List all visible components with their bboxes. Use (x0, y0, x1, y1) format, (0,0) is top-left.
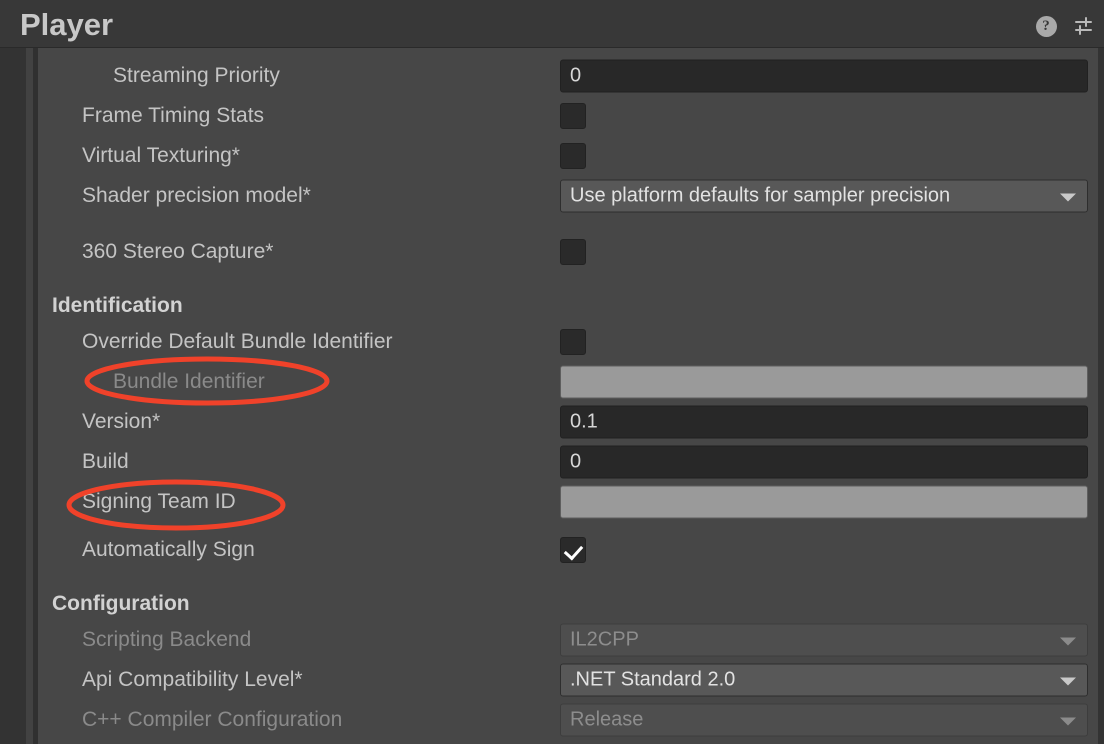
input-streaming-priority[interactable]: 0 (560, 59, 1088, 93)
left-gutter (0, 48, 26, 744)
chevron-down-icon (1060, 637, 1076, 645)
settings-row-automatically-sign: Automatically Sign (38, 530, 1098, 570)
input-signing-team-id[interactable] (560, 485, 1088, 519)
settings-panel: Streaming Priority 0 Frame Timing Stats Vir… (38, 48, 1098, 744)
settings-row-signing-team-id: Signing Team ID (38, 482, 1098, 522)
checkbox-virtual-texturing[interactable] (560, 143, 586, 169)
checkbox-override-default-bundle-identifier[interactable] (560, 329, 586, 355)
row-label-360-stereo-capture: 360 Stereo Capture* (82, 240, 274, 263)
row-label-automatically-sign: Automatically Sign (82, 538, 255, 561)
window-titlebar: Player ? (0, 0, 1104, 48)
checkmark-icon (561, 144, 585, 168)
player-settings-window: Player ? Streaming Priority 0 Frame Timi… (0, 0, 1104, 744)
row-label-shader-precision-model: Shader precision model* (82, 184, 311, 207)
checkmark-icon (561, 330, 585, 354)
checkmark-icon (561, 538, 585, 562)
settings-row-version: Version* 0.1 (38, 402, 1098, 442)
row-label-signing-team-id: Signing Team ID (82, 490, 236, 513)
dropdown-api-compatibility-level[interactable]: .NET Standard 2.0 (560, 663, 1088, 697)
settings-row-frame-timing-stats: Frame Timing Stats (38, 96, 1098, 136)
input-version[interactable]: 0.1 (560, 405, 1088, 439)
section-header-configuration-section: Configuration (52, 592, 190, 615)
row-label-virtual-texturing: Virtual Texturing* (82, 144, 240, 167)
input-bundle-identifier[interactable] (560, 365, 1088, 399)
row-label-override-default-bundle-identifier: Override Default Bundle Identifier (82, 330, 393, 353)
row-label-api-compatibility-level: Api Compatibility Level* (82, 668, 303, 691)
checkmark-icon (561, 104, 585, 128)
dropdown-value-api-compatibility-level: .NET Standard 2.0 (570, 668, 736, 691)
chevron-down-icon (1060, 677, 1076, 685)
checkbox-frame-timing-stats[interactable] (560, 103, 586, 129)
settings-row-scripting-backend: Scripting Backend IL2CPP (38, 620, 1098, 660)
chevron-down-icon (1060, 717, 1076, 725)
row-label-streaming-priority: Streaming Priority (113, 64, 280, 87)
input-build[interactable]: 0 (560, 445, 1088, 479)
settings-row-configuration-section: Configuration (38, 584, 1098, 624)
dropdown-scripting-backend[interactable]: IL2CPP (560, 623, 1088, 657)
row-label-version: Version* (82, 410, 161, 433)
settings-row-build: Build 0 (38, 442, 1098, 482)
checkmark-icon (561, 240, 585, 264)
dropdown-value-shader-precision-model: Use platform defaults for sampler precis… (570, 184, 951, 207)
settings-row-360-stereo-capture: 360 Stereo Capture* (38, 232, 1098, 272)
chevron-down-icon (1060, 193, 1076, 201)
settings-row-api-compatibility-level: Api Compatibility Level* .NET Standard 2.… (38, 660, 1098, 700)
row-label-build: Build (82, 450, 129, 473)
settings-row-shader-precision-model: Shader precision model* Use platform defa… (38, 176, 1098, 216)
row-label-frame-timing-stats: Frame Timing Stats (82, 104, 265, 127)
panel-right-edge (1098, 48, 1104, 744)
settings-row-bundle-identifier: Bundle Identifier (38, 362, 1098, 402)
checkbox-360-stereo-capture[interactable] (560, 239, 586, 265)
dropdown-cpp-compiler-configuration[interactable]: Release (560, 703, 1088, 737)
help-icon[interactable]: ? (1034, 14, 1058, 38)
settings-row-identification-section: Identification (38, 286, 1098, 326)
row-label-scripting-backend: Scripting Backend (82, 628, 252, 651)
row-label-bundle-identifier: Bundle Identifier (113, 370, 265, 393)
help-glyph: ? (1035, 15, 1057, 37)
checkbox-automatically-sign[interactable] (560, 537, 586, 563)
dropdown-value-scripting-backend: IL2CPP (570, 628, 639, 651)
settings-row-override-default-bundle-identifier: Override Default Bundle Identifier (38, 322, 1098, 362)
dropdown-shader-precision-model[interactable]: Use platform defaults for sampler precis… (560, 179, 1088, 213)
section-header-identification-section: Identification (52, 294, 183, 317)
settings-row-virtual-texturing: Virtual Texturing* (38, 136, 1098, 176)
titlebar-actions: ? (1034, 14, 1096, 38)
settings-row-streaming-priority: Streaming Priority 0 (38, 56, 1098, 96)
dropdown-value-cpp-compiler-configuration: Release (570, 708, 644, 731)
vertical-scrollbar[interactable] (26, 48, 33, 744)
settings-row-cpp-compiler-configuration: C++ Compiler Configuration Release (38, 700, 1098, 740)
settings-preset-icon[interactable] (1072, 14, 1096, 38)
row-label-cpp-compiler-configuration: C++ Compiler Configuration (82, 708, 343, 731)
page-title: Player (20, 7, 114, 42)
